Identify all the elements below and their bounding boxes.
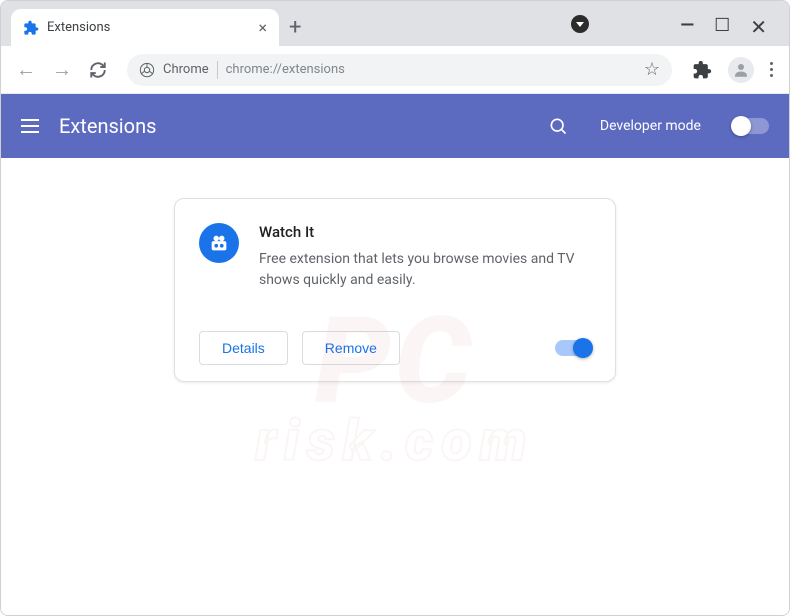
bookmark-star-icon[interactable]: ☆	[644, 59, 660, 80]
menu-button[interactable]	[764, 56, 779, 83]
extensions-page: Extensions Developer mode PC risk.com Wa…	[1, 94, 789, 615]
extension-card: Watch It Free extension that lets you br…	[174, 198, 616, 382]
camera-icon	[199, 223, 239, 263]
search-icon[interactable]	[548, 116, 568, 136]
page-body: PC risk.com Watch It Free extension that…	[1, 158, 789, 615]
new-tab-button[interactable]: +	[289, 15, 301, 46]
page-header: Extensions Developer mode	[1, 94, 789, 158]
extension-description: Free extension that lets you browse movi…	[259, 249, 591, 291]
extensions-icon[interactable]	[692, 60, 712, 80]
browser-window: Extensions × + — ☐ ✕ ← → Chrome chrome:/…	[0, 0, 790, 616]
developer-mode-label: Developer mode	[600, 118, 701, 134]
extension-enable-toggle[interactable]	[555, 340, 591, 356]
minimize-button[interactable]: —	[680, 15, 694, 39]
url-text: chrome://extensions	[226, 62, 345, 77]
titlebar: Extensions × + — ☐ ✕	[1, 1, 789, 46]
hamburger-menu-icon[interactable]	[21, 119, 39, 133]
extension-puzzle-icon	[23, 20, 39, 36]
window-controls: — ☐ ✕	[658, 1, 789, 53]
maximize-button[interactable]: ☐	[714, 15, 730, 39]
address-bar[interactable]: Chrome chrome://extensions ☆	[127, 54, 672, 86]
extension-name: Watch It	[259, 223, 591, 241]
page-title: Extensions	[59, 114, 528, 138]
tab-close-icon[interactable]: ×	[258, 18, 267, 37]
reload-button[interactable]	[83, 55, 113, 85]
browser-tab[interactable]: Extensions ×	[11, 9, 279, 46]
tab-search-icon[interactable]	[571, 15, 589, 33]
developer-mode-toggle[interactable]	[733, 118, 769, 134]
forward-button[interactable]: →	[47, 55, 77, 85]
chrome-icon	[139, 62, 155, 78]
back-button[interactable]: ←	[11, 55, 41, 85]
tab-title: Extensions	[47, 20, 250, 35]
remove-button[interactable]: Remove	[302, 331, 400, 365]
close-window-button[interactable]: ✕	[750, 15, 767, 39]
profile-avatar[interactable]	[728, 57, 754, 83]
toolbar: ← → Chrome chrome://extensions ☆	[1, 46, 789, 94]
details-button[interactable]: Details	[199, 331, 288, 365]
divider	[217, 61, 218, 79]
url-prefix: Chrome	[163, 62, 209, 77]
